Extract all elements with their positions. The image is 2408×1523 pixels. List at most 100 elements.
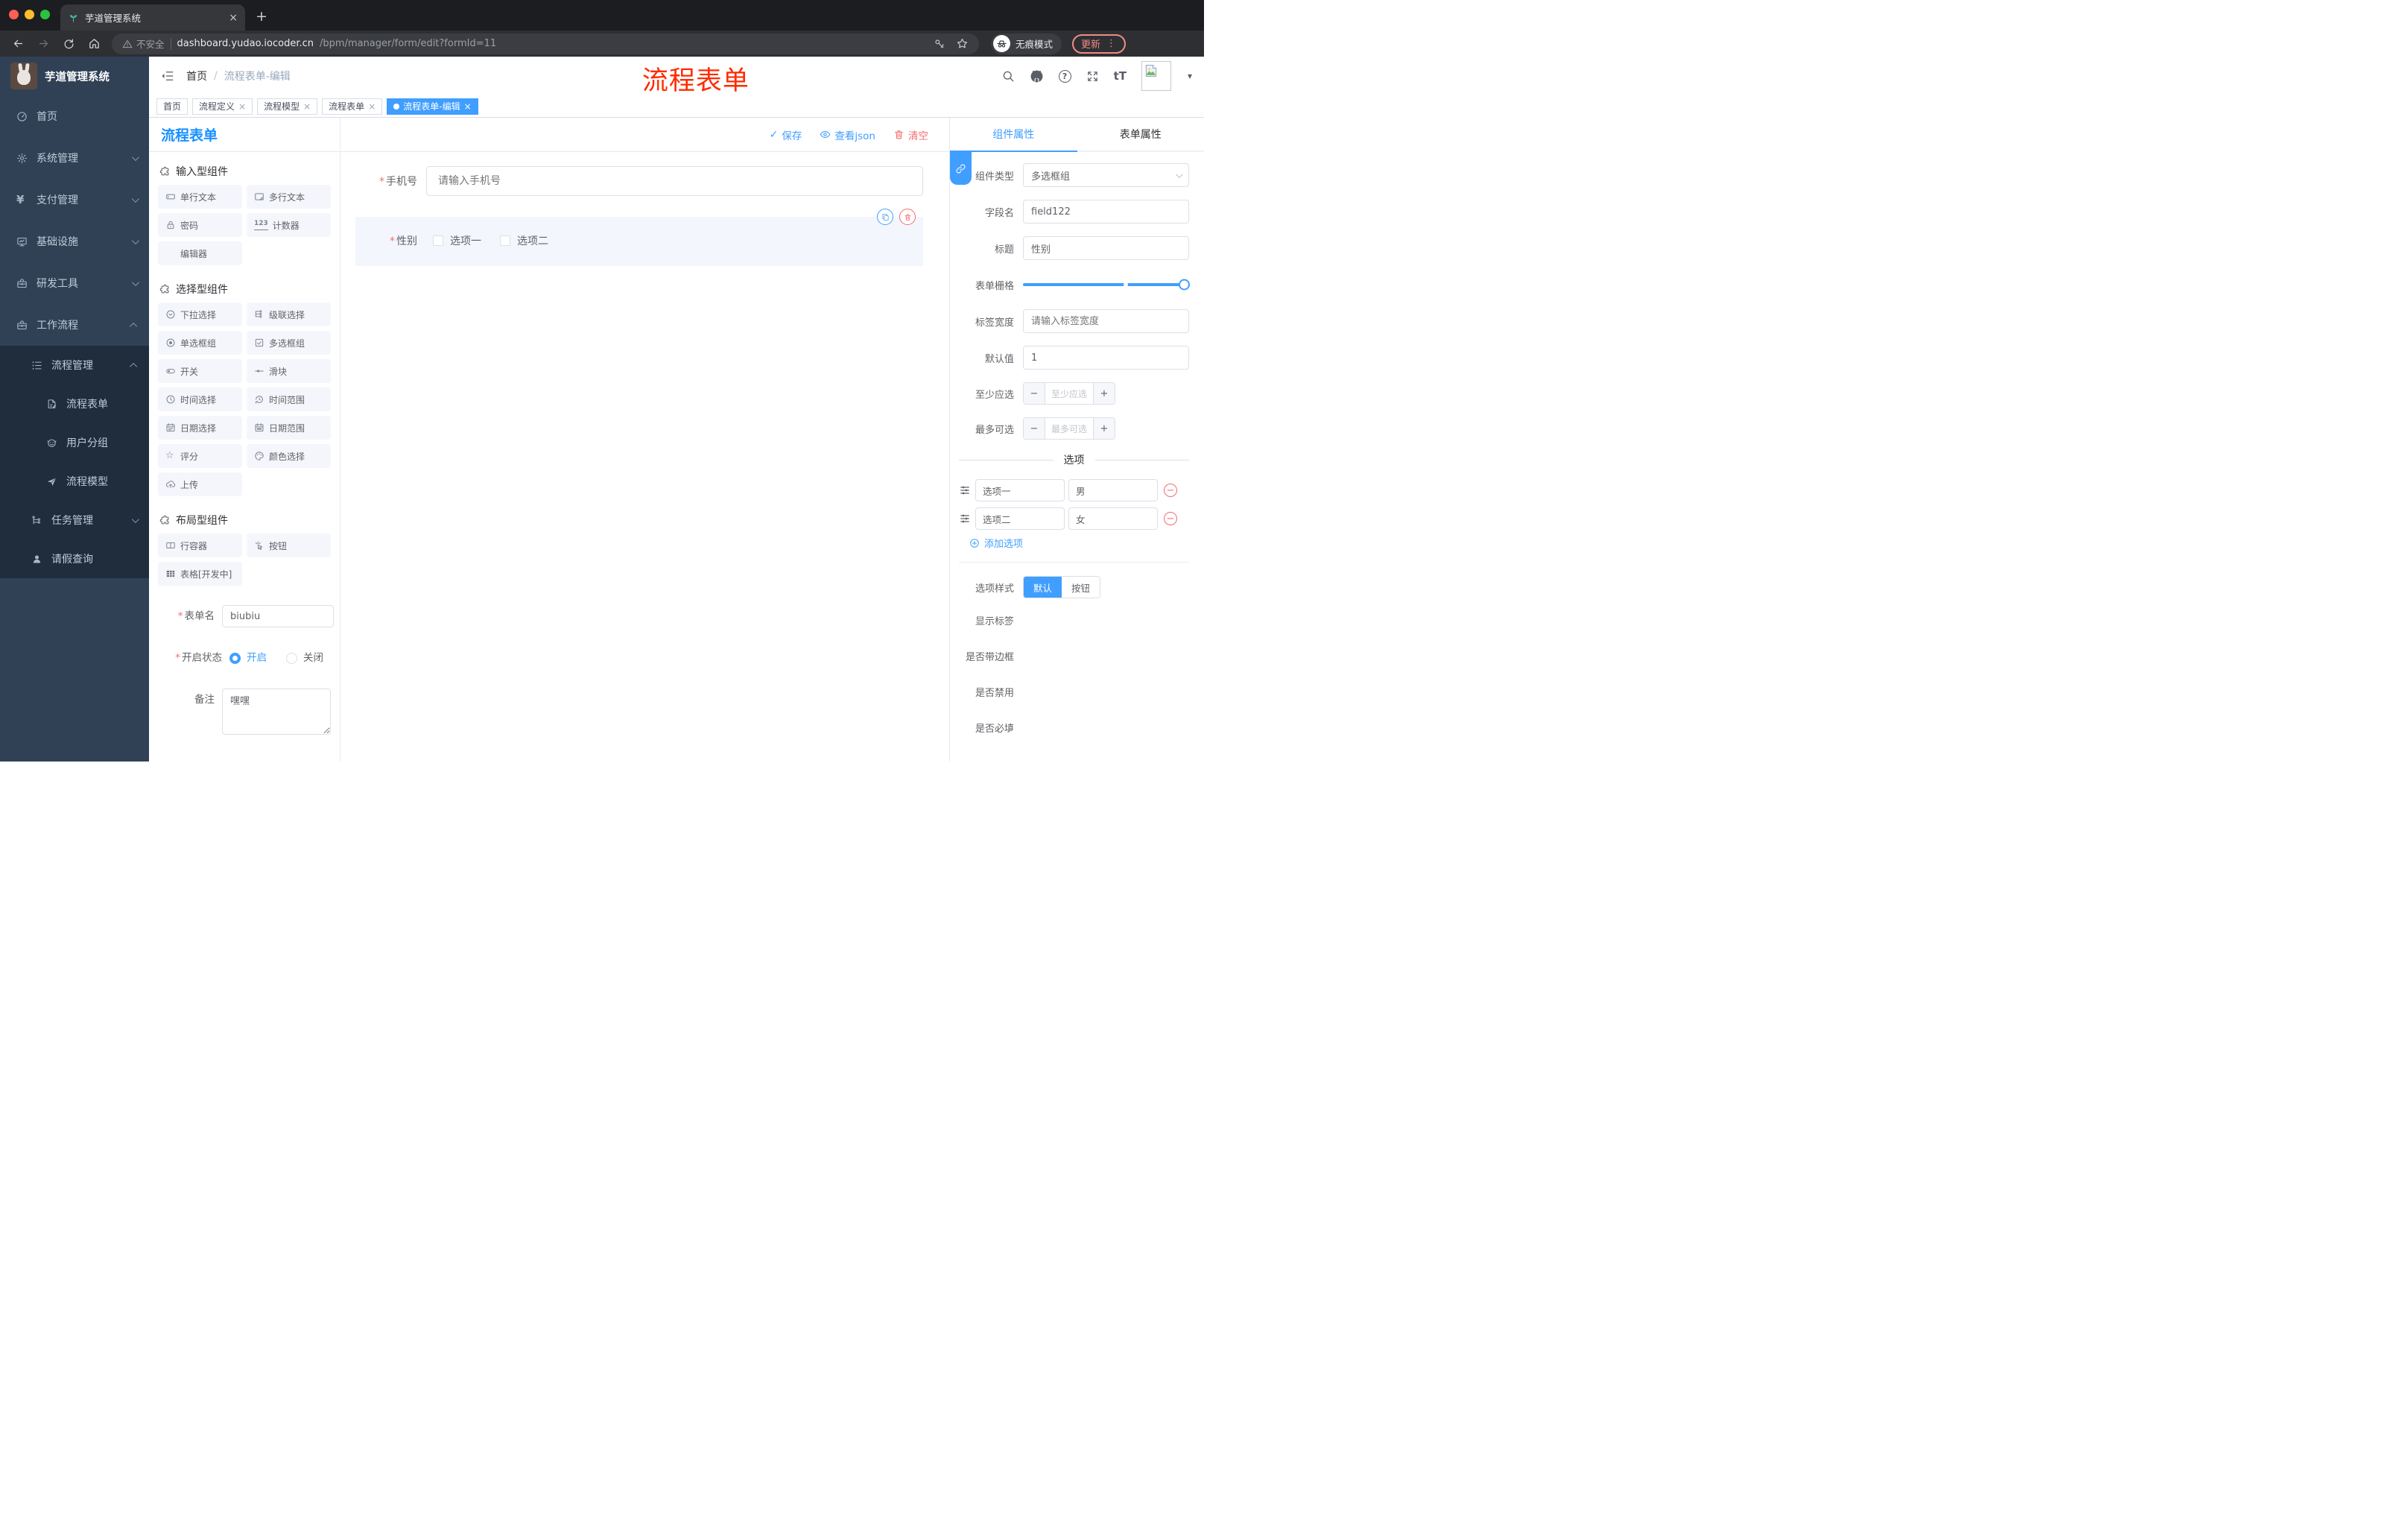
radio-off-label[interactable]: 关闭: [303, 647, 323, 669]
style-button-button[interactable]: 按钮: [1062, 577, 1100, 598]
stepper-value[interactable]: 至少应选: [1045, 383, 1093, 404]
breadcrumb-home[interactable]: 首页: [186, 69, 207, 83]
form-name-input[interactable]: [222, 605, 334, 627]
font-size-icon[interactable]: tT: [1114, 69, 1127, 83]
stepper-plus-button[interactable]: +: [1093, 418, 1115, 439]
tag-process-definition[interactable]: 流程定义 ×: [192, 98, 253, 115]
chip-date-range[interactable]: 日期范围: [247, 416, 331, 440]
browser-tab[interactable]: 芋道管理系统 ×: [60, 4, 245, 31]
reload-icon[interactable]: [58, 34, 79, 54]
chip-single-line-text[interactable]: 单行文本: [158, 185, 242, 209]
password-key-icon[interactable]: [934, 38, 945, 50]
window-controls[interactable]: [9, 0, 50, 31]
chip-editor[interactable]: 编辑器: [158, 241, 242, 265]
tab-close-icon[interactable]: ×: [229, 13, 238, 23]
sidebar-item-system[interactable]: 系统管理: [0, 137, 149, 179]
drag-handle-icon[interactable]: [959, 513, 971, 525]
form-remark-textarea[interactable]: 嘿嘿: [222, 688, 331, 735]
chip-select[interactable]: 下拉选择: [158, 303, 242, 326]
browser-update-button[interactable]: 更新 ⋮: [1072, 34, 1127, 54]
checkbox-option2-label[interactable]: 选项二: [517, 233, 548, 248]
bookmark-star-icon[interactable]: [956, 37, 969, 50]
chip-row-container[interactable]: 行容器: [158, 533, 242, 557]
save-button[interactable]: ✓ 保存: [770, 127, 802, 142]
title-input[interactable]: [1023, 236, 1189, 260]
sidebar-item-process-model[interactable]: 流程模型: [0, 462, 149, 501]
sidebar-item-process-mgmt[interactable]: 流程管理: [0, 346, 149, 384]
option-label-input[interactable]: [975, 479, 1065, 501]
chip-rate[interactable]: ☆ 评分: [158, 444, 242, 468]
chip-table-dev[interactable]: 表格[开发中]: [158, 562, 242, 586]
tag-home[interactable]: 首页: [156, 98, 188, 115]
github-icon[interactable]: [1030, 69, 1044, 83]
checkbox-option1[interactable]: [433, 235, 443, 246]
label-width-input[interactable]: [1023, 309, 1189, 333]
option-value-input[interactable]: [1068, 507, 1158, 530]
help-icon[interactable]: ?: [1058, 69, 1071, 83]
radio-on-label[interactable]: 开启: [247, 647, 267, 669]
slider-track[interactable]: [1023, 283, 1189, 286]
back-icon[interactable]: [7, 34, 28, 54]
close-window-button[interactable]: [9, 9, 19, 19]
stepper-plus-button[interactable]: +: [1093, 383, 1115, 404]
forward-icon[interactable]: [33, 34, 54, 54]
close-icon[interactable]: ×: [368, 102, 376, 111]
close-icon[interactable]: ×: [464, 102, 472, 111]
field-name-input[interactable]: [1023, 200, 1189, 224]
minimize-window-button[interactable]: [25, 9, 34, 19]
address-bar[interactable]: 不安全 dashboard.yudao.iocoder.cn/bpm/manag…: [112, 33, 979, 54]
home-icon[interactable]: [83, 34, 104, 54]
slider-handle[interactable]: [1179, 279, 1190, 291]
chip-time-picker[interactable]: 时间选择: [158, 387, 242, 411]
option-label-input[interactable]: [975, 507, 1065, 530]
remove-option-button[interactable]: −: [1164, 484, 1177, 497]
chip-upload[interactable]: 上传: [158, 472, 242, 496]
delete-component-button[interactable]: [899, 209, 916, 225]
security-warning[interactable]: 不安全: [122, 37, 165, 51]
checkbox-option1-label[interactable]: 选项一: [450, 233, 481, 248]
radio-on[interactable]: [229, 652, 241, 664]
default-value-input[interactable]: [1023, 346, 1189, 370]
component-type-select[interactable]: 多选框组: [1023, 163, 1189, 187]
remove-option-button[interactable]: −: [1164, 512, 1177, 525]
sidebar-item-user-group[interactable]: 用户分组: [0, 423, 149, 462]
tab-form-props[interactable]: 表单属性: [1077, 118, 1205, 151]
phone-field[interactable]: * 手机号: [355, 166, 923, 196]
option-value-input[interactable]: [1068, 479, 1158, 501]
chip-counter[interactable]: 123 计数器: [247, 213, 331, 237]
new-tab-button[interactable]: +: [256, 8, 267, 31]
selected-gender-field[interactable]: * 性别 选项一 选项二: [355, 209, 923, 266]
chip-date-picker[interactable]: 日期选择: [158, 416, 242, 440]
chip-multi-line-text[interactable]: 多行文本: [247, 185, 331, 209]
browser-menu-kebab-icon[interactable]: ⋮: [1106, 38, 1117, 49]
style-default-button[interactable]: 默认: [1024, 577, 1062, 598]
stepper-minus-button[interactable]: −: [1024, 418, 1045, 439]
link-tab[interactable]: [950, 152, 972, 185]
chip-slider[interactable]: 滑块: [247, 359, 331, 383]
view-json-button[interactable]: 查看json: [820, 127, 875, 142]
sidebar-item-payment[interactable]: ¥ 支付管理: [0, 179, 149, 221]
chip-color-picker[interactable]: 颜色选择: [247, 444, 331, 468]
stepper-value[interactable]: 最多可选: [1045, 418, 1093, 439]
chip-cascader[interactable]: 级联选择: [247, 303, 331, 326]
clear-button[interactable]: 清空: [893, 127, 928, 142]
chip-radio-group[interactable]: 单选框组: [158, 331, 242, 355]
phone-input[interactable]: [426, 166, 923, 196]
tag-process-form[interactable]: 流程表单 ×: [322, 98, 383, 115]
sidebar-item-infra[interactable]: 基础设施: [0, 221, 149, 262]
tag-process-form-edit[interactable]: 流程表单-编辑 ×: [387, 98, 478, 115]
radio-off[interactable]: [286, 652, 297, 664]
sidebar-item-leave-query[interactable]: 请假查询: [0, 539, 149, 578]
chip-checkbox-group[interactable]: 多选框组: [247, 331, 331, 355]
drag-handle-icon[interactable]: [959, 484, 971, 496]
avatar-caret-icon[interactable]: ▾: [1188, 71, 1192, 81]
checkbox-option2[interactable]: [500, 235, 510, 246]
fullscreen-icon[interactable]: [1086, 70, 1099, 83]
sidebar-item-workflow[interactable]: 工作流程: [0, 304, 149, 346]
form-grid-slider[interactable]: [1023, 273, 1190, 297]
close-icon[interactable]: ×: [303, 102, 311, 111]
chip-time-range[interactable]: 时间范围: [247, 387, 331, 411]
sidebar-fold-icon[interactable]: [161, 69, 174, 83]
tag-process-model[interactable]: 流程模型 ×: [257, 98, 318, 115]
add-option-button[interactable]: 添加选项: [969, 536, 1189, 550]
